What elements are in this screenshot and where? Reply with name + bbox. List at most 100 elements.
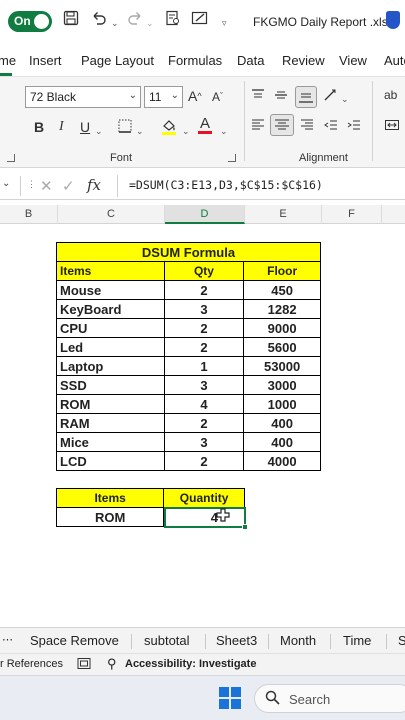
cancel-entry-icon[interactable]: ✕: [40, 177, 53, 195]
more-sheets-icon[interactable]: ⋯: [2, 633, 13, 646]
tab-page-layout[interactable]: Page Layout: [81, 53, 154, 68]
chevron-down-icon[interactable]: ⌄: [136, 122, 144, 140]
cell-item[interactable]: KeyBoard: [56, 299, 165, 319]
cell-item[interactable]: SSD: [56, 375, 165, 395]
underline-button[interactable]: U: [80, 118, 90, 136]
redo-dropdown-icon[interactable]: ⌄: [146, 13, 154, 33]
column-header-c[interactable]: C: [58, 205, 165, 224]
accessibility-icon[interactable]: ⚲: [107, 656, 117, 672]
cell-qty[interactable]: 2: [163, 318, 245, 338]
grow-font-button[interactable]: A^: [188, 87, 202, 105]
header-items[interactable]: Items: [56, 261, 165, 281]
edit-image-icon[interactable]: [191, 10, 209, 32]
borders-icon[interactable]: [117, 118, 133, 138]
merge-center-icon[interactable]: [384, 117, 400, 137]
column-header-d[interactable]: D: [165, 205, 245, 224]
cell-item[interactable]: Mouse: [56, 280, 165, 300]
cell-floor[interactable]: 4000: [243, 451, 321, 471]
windows-start-icon[interactable]: [219, 687, 241, 709]
align-right-icon[interactable]: [299, 117, 315, 137]
worksheet-grid[interactable]: DSUM Formula Items Qty Floor Mouse 2 450 K…: [0, 224, 405, 624]
increase-indent-icon[interactable]: [346, 117, 362, 137]
tab-view[interactable]: View: [339, 53, 367, 68]
cell-qty[interactable]: 2: [163, 337, 245, 357]
shrink-font-button[interactable]: Aˇ: [212, 87, 223, 106]
redo-icon[interactable]: [126, 10, 144, 32]
cell-qty[interactable]: 3: [163, 432, 245, 452]
autosave-toggle[interactable]: On: [8, 11, 52, 32]
name-box-chevron-icon[interactable]: ⌄: [2, 178, 10, 189]
column-header-f[interactable]: F: [322, 205, 382, 224]
column-header-e[interactable]: E: [245, 205, 322, 224]
sheet-tab-s[interactable]: S: [398, 633, 405, 648]
formula-input[interactable]: =DSUM(C3:E13,D3,$C$15:$C$16): [129, 178, 323, 192]
cell-floor[interactable]: 1000: [243, 394, 321, 414]
dsum-result-cell[interactable]: 4: [163, 507, 245, 527]
cell-floor[interactable]: 400: [243, 413, 321, 433]
sheet-tab-sheet3[interactable]: Sheet3: [216, 633, 257, 648]
more-icon[interactable]: ⋮: [27, 179, 36, 190]
criteria-header-items[interactable]: Items: [55, 488, 165, 508]
bottom-align-button[interactable]: [295, 86, 317, 108]
cell-item[interactable]: Mice: [56, 432, 165, 452]
tab-automate[interactable]: Auto: [384, 53, 405, 68]
tab-formulas[interactable]: Formulas: [168, 53, 222, 68]
cell-qty[interactable]: 3: [163, 299, 245, 319]
cell-qty[interactable]: 1: [163, 356, 245, 376]
tab-review[interactable]: Review: [282, 53, 325, 68]
macro-recorder-icon[interactable]: [77, 657, 91, 673]
decrease-indent-icon[interactable]: [323, 117, 339, 137]
sheet-tab-space-remove[interactable]: Space Remove: [30, 633, 119, 648]
bold-button[interactable]: B: [34, 118, 44, 136]
insert-function-button[interactable]: fx: [87, 176, 101, 194]
fill-color-icon[interactable]: [160, 117, 178, 139]
cell-floor[interactable]: 400: [243, 432, 321, 452]
cell-item[interactable]: Led: [56, 337, 165, 357]
italic-button[interactable]: I: [59, 118, 64, 136]
criteria-header-quantity[interactable]: Quantity: [163, 488, 245, 508]
header-floor[interactable]: Floor: [243, 261, 321, 281]
dialog-launcher-icon[interactable]: [228, 154, 236, 162]
print-preview-icon[interactable]: [165, 10, 181, 32]
cell-floor[interactable]: 5600: [243, 337, 321, 357]
chevron-down-icon[interactable]: ⌄: [220, 122, 228, 140]
sheet-tab-time[interactable]: Time: [343, 633, 371, 648]
sheet-tab-month[interactable]: Month: [280, 633, 316, 648]
chevron-down-icon[interactable]: ⌄: [95, 122, 103, 140]
cell-floor[interactable]: 53000: [243, 356, 321, 376]
table-title[interactable]: DSUM Formula: [56, 242, 321, 262]
cell-floor[interactable]: 9000: [243, 318, 321, 338]
tab-home[interactable]: me: [0, 53, 16, 68]
cell-qty[interactable]: 4: [163, 394, 245, 414]
wrap-text-icon[interactable]: ab: [384, 86, 397, 104]
status-accessibility[interactable]: Accessibility: Investigate: [125, 658, 256, 670]
cell-floor[interactable]: 3000: [243, 375, 321, 395]
font-name-combo[interactable]: 72 Black ⌄: [25, 86, 141, 108]
orientation-icon[interactable]: [323, 87, 339, 107]
column-header-b[interactable]: B: [0, 205, 58, 224]
chevron-down-icon[interactable]: ⌄: [182, 122, 190, 140]
save-icon[interactable]: [63, 10, 79, 32]
customize-toolbar-icon[interactable]: ▿: [222, 13, 227, 33]
taskbar-search[interactable]: Search: [254, 684, 405, 713]
font-color-button[interactable]: A: [198, 116, 212, 134]
undo-dropdown-icon[interactable]: ⌄: [111, 13, 119, 33]
cell-item[interactable]: LCD: [56, 451, 165, 471]
top-align-icon[interactable]: [250, 87, 266, 107]
cell-qty[interactable]: 2: [163, 413, 245, 433]
cell-item[interactable]: ROM: [56, 394, 165, 414]
dialog-launcher-icon[interactable]: [7, 154, 15, 162]
cell-qty[interactable]: 2: [163, 280, 245, 300]
cell-floor[interactable]: 450: [243, 280, 321, 300]
header-qty[interactable]: Qty: [163, 261, 245, 281]
align-left-icon[interactable]: [250, 117, 266, 137]
align-center-button[interactable]: [270, 114, 294, 136]
cell-item[interactable]: CPU: [56, 318, 165, 338]
tab-insert[interactable]: Insert: [29, 53, 62, 68]
criteria-item-cell[interactable]: ROM: [55, 507, 165, 527]
cell-qty[interactable]: 3: [163, 375, 245, 395]
sheet-tab-subtotal[interactable]: subtotal: [144, 633, 190, 648]
cell-item[interactable]: RAM: [56, 413, 165, 433]
enter-entry-icon[interactable]: ✓: [62, 177, 75, 195]
cell-qty[interactable]: 2: [163, 451, 245, 471]
